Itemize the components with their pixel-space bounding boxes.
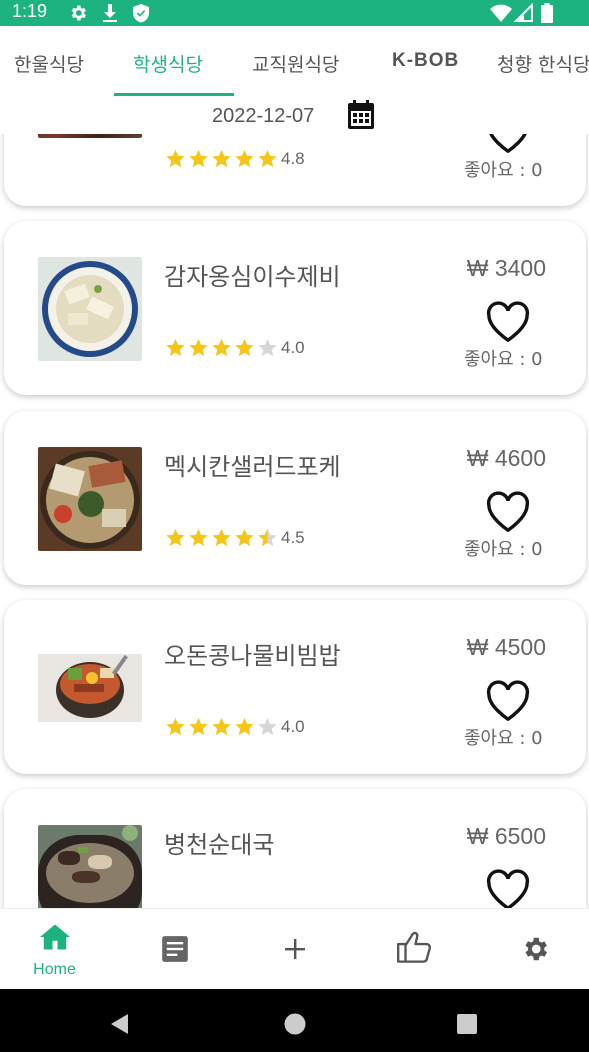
tab-kbob[interactable]: K-BOB [392, 50, 459, 72]
nav-settings[interactable] [476, 909, 589, 990]
selected-date: 2022-12-07 [212, 105, 315, 127]
likes-count: 좋아요 : 0 [464, 728, 543, 749]
star-icon [212, 528, 231, 547]
bottom-navigation: Home [0, 908, 589, 989]
recents-icon[interactable] [456, 1013, 478, 1035]
tab-student-cafeteria[interactable]: 학생식당 [133, 50, 203, 77]
nav-home-label: Home [33, 961, 76, 978]
menu-card[interactable]: 오돈콩나물비빔밥 4.0 ₩ 4500 좋아요 : 0 [4, 600, 586, 774]
star-icon [166, 717, 185, 736]
star-empty-icon [258, 717, 277, 736]
rating-stars: 4.0 [164, 337, 305, 359]
food-photo [38, 447, 142, 551]
price: ₩ 3400 [466, 255, 546, 281]
status-time: 1:19 [12, 1, 48, 21]
star-half-icon [258, 528, 277, 547]
star-icon [189, 528, 208, 547]
heart-icon[interactable] [485, 491, 531, 533]
rating-stars: 4.0 [164, 716, 305, 738]
rating-stars: 4.8 [164, 148, 305, 170]
tab-faculty-cafeteria[interactable]: 교직원식당 [252, 50, 339, 77]
home-button-icon[interactable] [283, 1012, 307, 1036]
food-photo [38, 257, 142, 361]
menu-card[interactable]: 병천순대국 ₩ 6500 [4, 789, 586, 908]
nav-add[interactable] [236, 909, 353, 990]
price: ₩ 4600 [466, 445, 546, 471]
restaurant-tabs: 한울식당 학생식당 교직원식당 K-BOB 청향 한식당 [0, 26, 589, 98]
food-name: 병천순대국 [164, 831, 275, 859]
likes-count: 좋아요 : 0 [464, 349, 543, 370]
food-name: 멕시칸샐러드포케 [164, 453, 341, 481]
price: ₩ 4500 [466, 634, 546, 660]
star-icon [189, 338, 208, 357]
star-icon [258, 149, 277, 168]
star-icon [166, 149, 185, 168]
food-name: 감자옹심이수제비 [164, 263, 341, 291]
rating-value: 4.5 [281, 528, 305, 547]
star-icon [212, 717, 231, 736]
food-name: 오돈콩나물비빔밥 [164, 642, 341, 670]
date-selector: 2022-12-07 [0, 98, 589, 134]
plus-icon [284, 939, 305, 959]
tab-cheonghyang[interactable]: 청향 한식당 [497, 50, 589, 77]
download-icon [103, 4, 117, 22]
star-icon [212, 149, 231, 168]
nav-likes[interactable] [356, 909, 473, 990]
food-photo [38, 654, 142, 722]
rating-value: 4.8 [281, 149, 305, 168]
shield-icon [133, 4, 149, 23]
system-navigation-bar [0, 989, 589, 1052]
star-empty-icon [258, 338, 277, 357]
star-icon [235, 338, 254, 357]
likes-count: 좋아요 : 0 [464, 160, 543, 181]
likes-count: 좋아요 : 0 [464, 539, 543, 560]
status-bar: 1:19 [0, 0, 589, 26]
star-icon [235, 717, 254, 736]
heart-icon[interactable] [485, 680, 531, 722]
food-photo [38, 825, 142, 908]
star-icon [166, 528, 185, 547]
article-icon [161, 936, 188, 962]
heart-icon[interactable] [485, 869, 531, 908]
nav-home[interactable]: Home [0, 909, 113, 990]
star-icon [189, 149, 208, 168]
settings-icon [525, 937, 547, 961]
menu-card[interactable]: 감자옹심이수제비 4.0 ₩ 3400 좋아요 : 0 [4, 221, 586, 395]
star-icon [166, 338, 185, 357]
tab-hanul[interactable]: 한울식당 [14, 50, 84, 77]
star-icon [235, 149, 254, 168]
star-icon [235, 528, 254, 547]
calendar-icon[interactable] [347, 100, 375, 130]
price: ₩ 6500 [466, 823, 546, 849]
gear-icon [71, 5, 86, 21]
menu-list[interactable]: 4.8 좋아요 : 0 감자옹심이수제비 4.0 ₩ 3400 좋아요: 0 … [0, 98, 589, 908]
thumbs-up-icon [396, 931, 431, 963]
wifi-icon [490, 4, 512, 22]
star-icon [212, 338, 231, 357]
menu-card[interactable]: 멕시칸샐러드포케 4.5 ₩ 4600 좋아요 : 0 [4, 411, 586, 585]
heart-icon[interactable] [485, 301, 531, 343]
home-icon [39, 924, 70, 950]
rating-stars: 4.5 [164, 527, 305, 549]
rating-value: 4.0 [281, 717, 305, 736]
nav-board[interactable] [116, 909, 233, 990]
tab-indicator [114, 93, 234, 96]
battery-icon [541, 3, 553, 23]
star-icon [189, 717, 208, 736]
rating-value: 4.0 [281, 338, 305, 357]
signal-icon [514, 3, 533, 22]
back-icon[interactable] [108, 1012, 132, 1036]
